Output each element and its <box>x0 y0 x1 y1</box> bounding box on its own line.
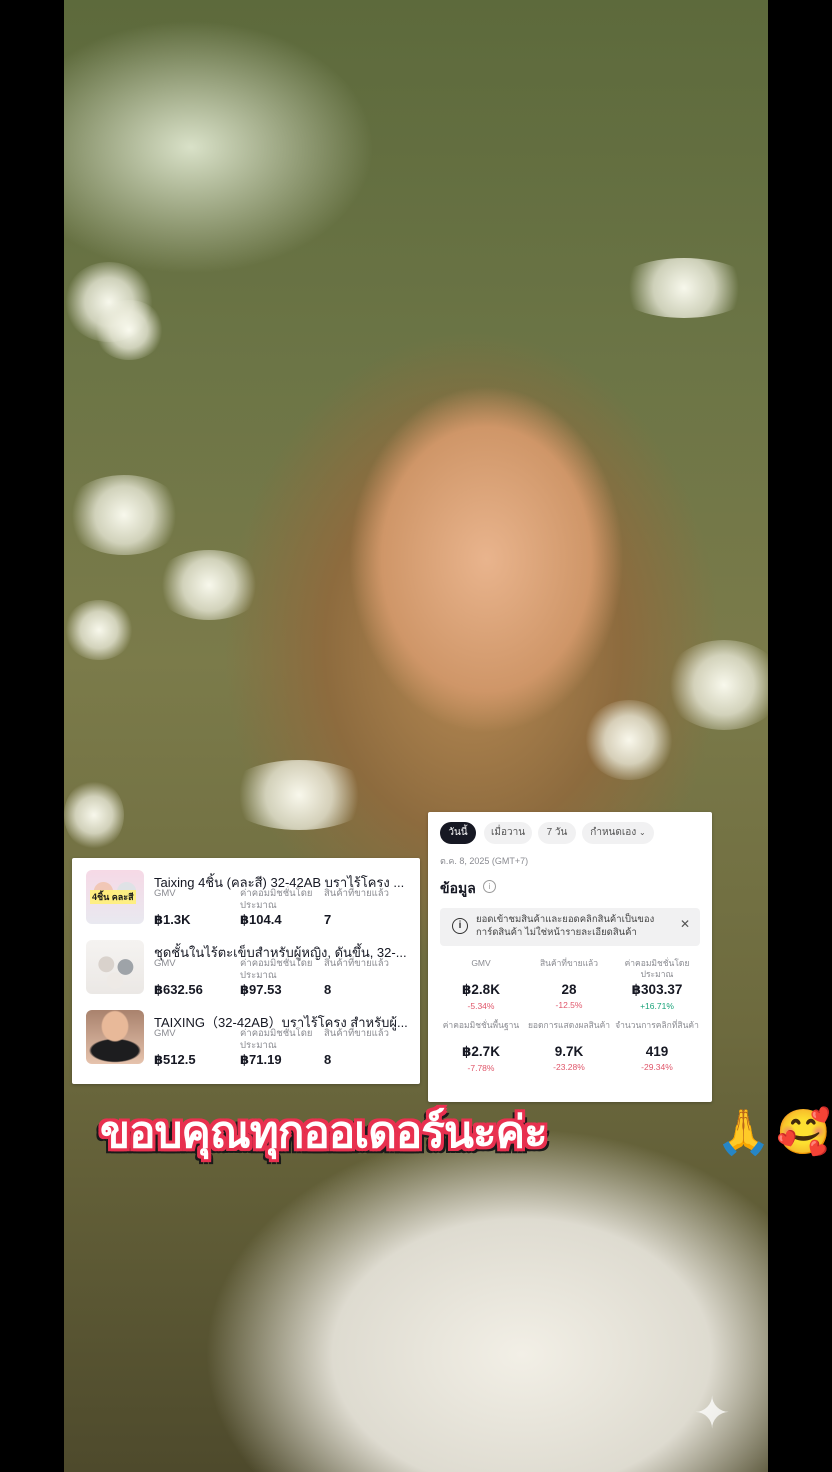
tab-yesterday[interactable]: เมื่อวาน <box>484 822 532 844</box>
product-thumbnail-label: 4ชิ้น คละสี <box>90 890 136 904</box>
metric-label: GMV <box>471 958 491 968</box>
gmv-label: GMV <box>154 1028 176 1039</box>
flower-cluster <box>64 780 124 850</box>
product-thumbnail: 4ชิ้น คละสี <box>86 870 144 924</box>
metric-label: สินค้าที่ขายแล้ว <box>539 958 599 968</box>
commission-value: ฿71.19 <box>240 1052 282 1067</box>
date-range: ต.ค. 8, 2025 (GMT+7) <box>440 856 529 866</box>
metric-value: ฿303.37 <box>631 982 683 997</box>
tab-custom[interactable]: กำหนดเอง ⌄ <box>582 822 654 844</box>
gmv-value: ฿1.3K <box>154 912 191 927</box>
metric-change: -23.28% <box>553 1062 585 1072</box>
gmv-value: ฿632.56 <box>154 982 203 997</box>
metric-value: 9.7K <box>554 1044 584 1059</box>
metric-change: -12.5% <box>555 1000 583 1010</box>
metric-change: -5.34% <box>467 1001 495 1011</box>
commission-value: ฿97.53 <box>240 982 282 997</box>
gmv-value: ฿512.5 <box>154 1052 196 1067</box>
tab-7-days[interactable]: 7 วัน <box>538 822 576 844</box>
notice-text: ยอดเข้าชมสินค้าและยอดคลิกสินค้าเป็นของกา… <box>476 914 655 938</box>
metric-label: ค่าคอมมิชชั่นพื้นฐาน <box>442 1020 520 1030</box>
metric-value: ฿2.8K <box>462 982 500 997</box>
tab-today[interactable]: วันนี้ <box>440 822 476 844</box>
sold-value: 7 <box>324 912 332 927</box>
commission-label: ค่าคอมมิชชั่นโดยประมาณ <box>240 958 313 981</box>
metric-clicks: จำนวนการคลิกที่สินค้า 419 -29.34% <box>612 1020 702 1072</box>
close-icon[interactable]: ✕ <box>680 917 690 931</box>
background-photo <box>64 0 768 1472</box>
metric-value: 419 <box>645 1044 669 1059</box>
info-icon[interactable]: i <box>483 880 496 893</box>
flower-cluster <box>664 640 768 730</box>
info-icon: i <box>452 918 468 934</box>
metric-value: 28 <box>561 982 577 997</box>
sold-label: สินค้าที่ขายแล้ว <box>324 1028 389 1039</box>
analytics-panel: วันนี้ เมื่อวาน 7 วัน กำหนดเอง ⌄ ต.ค. 8,… <box>428 812 712 1102</box>
product-thumbnail <box>86 940 144 994</box>
metric-value: ฿2.7K <box>462 1044 500 1059</box>
top-products-panel: 4ชิ้น คละสี Taixing 4ชิ้น (คละสี) 32-42A… <box>72 858 420 1084</box>
metric-est-commission: ค่าคอมมิชชั่นโดยประมาณ ฿303.37 +16.71% <box>612 958 702 1011</box>
commission-label: ค่าคอมมิชชั่นโดยประมาณ <box>240 888 313 911</box>
smiling-hearts-emoji: 🥰 <box>776 1108 831 1157</box>
product-row[interactable]: ชุดชั้นในไร้ตะเข็บสำหรับผู้หญิง, ดันขึ้น… <box>72 928 420 997</box>
flower-cluster <box>64 475 184 555</box>
commission-label: ค่าคอมมิชชั่นโดยประมาณ <box>240 1028 313 1051</box>
gmv-label: GMV <box>154 958 176 969</box>
gmv-label: GMV <box>154 888 176 899</box>
metric-gmv: GMV ฿2.8K -5.34% <box>436 958 526 1011</box>
tab-custom-label: กำหนดเอง <box>590 827 637 838</box>
metric-change: -7.78% <box>467 1063 495 1073</box>
chevron-down-icon: ⌄ <box>638 828 646 837</box>
product-thumbnail <box>86 1010 144 1064</box>
metric-label: จำนวนการคลิกที่สินค้า <box>615 1020 699 1030</box>
sold-label: สินค้าที่ขายแล้ว <box>324 888 389 899</box>
commission-value: ฿104.4 <box>240 912 282 927</box>
notice-banner: i ยอดเข้าชมสินค้าและยอดคลิกสินค้าเป็นของ… <box>440 908 700 946</box>
sold-value: 8 <box>324 1052 332 1067</box>
product-row[interactable]: TAIXING（32-42AB）บราไร้โครง สำหรับผู้... … <box>72 998 420 1067</box>
sparkle-icon: ✦ <box>693 1389 731 1438</box>
metric-change: +16.71% <box>640 1001 674 1011</box>
sold-label: สินค้าที่ขายแล้ว <box>324 958 389 969</box>
metric-label: ยอดการแสดงผลสินค้า <box>527 1020 611 1030</box>
metric-change: -29.34% <box>641 1062 673 1072</box>
flower-cluster <box>614 258 754 318</box>
product-row[interactable]: 4ชิ้น คละสี Taixing 4ชิ้น (คละสี) 32-42A… <box>72 858 420 927</box>
flower-cluster <box>584 700 674 780</box>
metric-impressions: ยอดการแสดงผลสินค้า 9.7K -23.28% <box>524 1020 614 1072</box>
metric-items-sold: สินค้าที่ขายแล้ว 28 -12.5% <box>524 958 614 1010</box>
section-title: ข้อมูล <box>440 880 476 896</box>
sold-value: 8 <box>324 982 332 997</box>
flower-cluster <box>154 550 264 620</box>
metric-base-commission: ค่าคอมมิชชั่นพื้นฐาน ฿2.7K -7.78% <box>436 1020 526 1073</box>
caption-text: ขอบคุณทุกออเดอร์นะค่ะ <box>100 1107 548 1158</box>
metric-label: ค่าคอมมิชชั่นโดยประมาณ <box>624 958 690 979</box>
flower-cluster <box>64 600 134 660</box>
flower-cluster <box>224 760 374 830</box>
praying-hands-emoji: 🙏 <box>716 1108 771 1157</box>
flower-cluster <box>94 300 164 360</box>
